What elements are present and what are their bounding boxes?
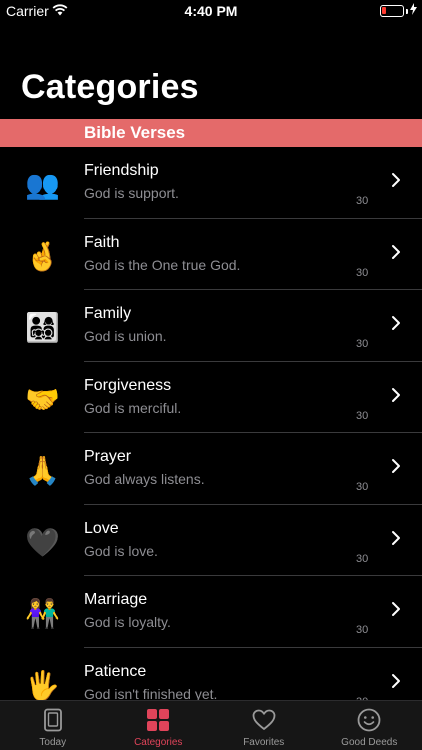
chevron-right-icon[interactable] bbox=[390, 530, 402, 546]
category-row-marriage[interactable]: 👫 Marriage God is loyalty. 30 bbox=[0, 576, 422, 648]
chevron-right-icon[interactable] bbox=[390, 601, 402, 617]
praying-hands-emoji-icon: 🙏 bbox=[25, 454, 60, 487]
category-subtitle: God is the One true God. bbox=[84, 256, 241, 273]
categories-grid-icon bbox=[147, 709, 170, 731]
category-title: Love bbox=[84, 519, 119, 537]
chevron-right-icon[interactable] bbox=[390, 673, 402, 689]
category-title: Family bbox=[84, 305, 132, 322]
raised-hand-emoji-icon: 🖐 bbox=[25, 668, 60, 702]
tab-categories[interactable]: Categories bbox=[106, 701, 212, 750]
category-title: Forgiveness bbox=[84, 376, 172, 394]
smiley-icon bbox=[357, 708, 381, 732]
verse-count: 30 bbox=[356, 195, 369, 207]
category-title: Friendship bbox=[84, 162, 159, 179]
category-title: Marriage bbox=[84, 591, 148, 608]
category-subtitle: God is love. bbox=[84, 542, 158, 559]
category-title: Faith bbox=[84, 233, 120, 251]
category-subtitle: God is loyalty. bbox=[84, 614, 171, 630]
charging-bolt-icon bbox=[410, 3, 417, 15]
verse-count: 30 bbox=[356, 624, 369, 636]
verse-count: 30 bbox=[356, 338, 369, 350]
chevron-right-icon[interactable] bbox=[390, 244, 402, 260]
category-title: Prayer bbox=[84, 448, 132, 465]
tab-good-deeds[interactable]: Good Deeds bbox=[317, 701, 422, 750]
friendship-emoji-icon: 👥 bbox=[25, 168, 60, 201]
status-time: 4:40 PM bbox=[184, 3, 238, 19]
category-row-family[interactable]: 👨‍👩‍👧‍👦 Family God is union. 30 bbox=[0, 290, 422, 362]
family-emoji-icon: 👨‍👩‍👧‍👦 bbox=[25, 311, 60, 344]
verse-count: 30 bbox=[356, 552, 369, 565]
category-title: Patience bbox=[84, 662, 147, 680]
tab-label: Today bbox=[39, 737, 67, 748]
heart-icon bbox=[252, 709, 276, 730]
handshake-emoji-icon: 🤝 bbox=[25, 382, 60, 416]
tab-today[interactable]: Today bbox=[0, 701, 106, 750]
verse-count: 30 bbox=[356, 481, 369, 493]
section-title: Bible Verses bbox=[84, 123, 186, 142]
category-subtitle: God always listens. bbox=[84, 471, 205, 487]
chevron-right-icon[interactable] bbox=[390, 172, 402, 188]
category-row-forgiveness[interactable]: 🤝 Forgiveness God is merciful. 30 bbox=[0, 362, 422, 433]
section-header: Bible Verses bbox=[0, 119, 422, 147]
page-title: Categories bbox=[21, 68, 199, 106]
category-row-love[interactable]: 🖤 Love God is love. 30 bbox=[0, 505, 422, 576]
category-row-friendship[interactable]: 👥 Friendship God is support. 30 bbox=[0, 147, 422, 219]
verse-count: 30 bbox=[356, 409, 369, 422]
tab-label: Categories bbox=[134, 737, 183, 748]
black-heart-emoji-icon: 🖤 bbox=[25, 525, 60, 559]
category-subtitle: God is union. bbox=[84, 328, 167, 344]
couple-emoji-icon: 👫 bbox=[25, 597, 60, 630]
category-subtitle: God is merciful. bbox=[84, 399, 182, 416]
status-bar: Carrier 4:40 PM bbox=[0, 0, 422, 22]
chevron-right-icon[interactable] bbox=[390, 387, 402, 403]
today-icon bbox=[43, 708, 62, 732]
battery-icon bbox=[380, 5, 404, 17]
chevron-right-icon[interactable] bbox=[390, 315, 402, 331]
category-row-faith[interactable]: 🤞 Faith God is the One true God. 30 bbox=[0, 219, 422, 290]
tab-label: Favorites bbox=[243, 737, 285, 748]
category-subtitle: God is support. bbox=[84, 185, 179, 201]
category-row-prayer[interactable]: 🙏 Prayer God always listens. 30 bbox=[0, 433, 422, 505]
chevron-right-icon[interactable] bbox=[390, 458, 402, 474]
category-list[interactable]: 👥 Friendship God is support. 30 🤞 Faith … bbox=[0, 147, 422, 719]
tab-bar: Today Categories Favorites Good Deeds bbox=[0, 700, 422, 750]
battery-tip bbox=[406, 9, 408, 14]
tab-label: Good Deeds bbox=[341, 737, 398, 748]
tab-favorites[interactable]: Favorites bbox=[211, 701, 317, 750]
verse-count: 30 bbox=[356, 266, 369, 279]
crossed-fingers-emoji-icon: 🤞 bbox=[25, 239, 60, 273]
